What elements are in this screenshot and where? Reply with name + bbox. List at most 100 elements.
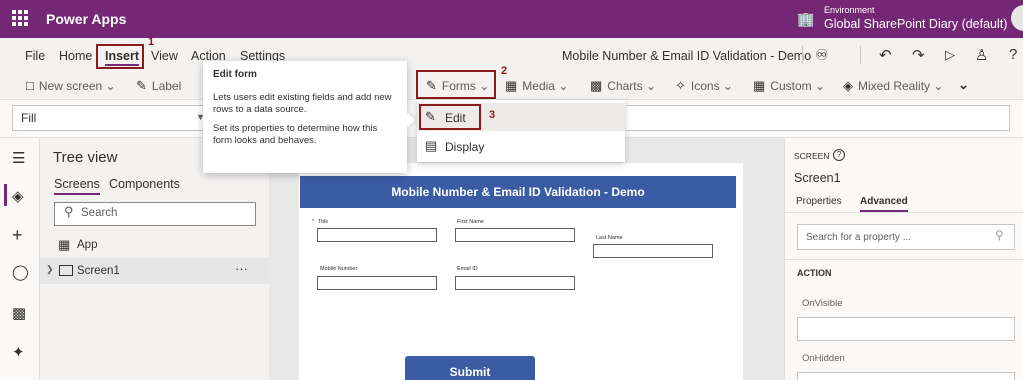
tree-item-app[interactable]: ▦ App bbox=[40, 232, 269, 258]
rail-active-indicator bbox=[4, 184, 7, 206]
tooltip-text: Set its properties to determine how this… bbox=[213, 123, 378, 146]
property-dropdown[interactable]: Fill bbox=[12, 105, 210, 131]
onhidden-input[interactable] bbox=[797, 372, 1015, 380]
waffle-icon[interactable] bbox=[12, 10, 28, 26]
stethoscope-icon[interactable]: ♾ bbox=[815, 46, 828, 64]
info-icon[interactable]: ? bbox=[833, 149, 845, 161]
last-name-input[interactable] bbox=[593, 244, 713, 258]
building-icon: 🏢 bbox=[797, 11, 815, 27]
more-chevron-icon[interactable]: ⌄ bbox=[958, 77, 969, 93]
title-label[interactable]: Title bbox=[318, 219, 328, 225]
hamburger-icon[interactable]: ☰ bbox=[12, 149, 25, 167]
annotation-2: 2 bbox=[501, 65, 508, 77]
icons-button[interactable]: ✧ Icons ⌄ bbox=[675, 78, 733, 94]
tree-view-panel: Tree view Screens Components Search ⚲ ▦ … bbox=[40, 138, 269, 380]
tab-components[interactable]: Components bbox=[109, 177, 180, 191]
selected-control-name: Screen1 bbox=[794, 171, 841, 185]
edit-form-tooltip: Edit form Lets users edit existing field… bbox=[203, 61, 407, 173]
property-search-input[interactable]: Search for a property ... bbox=[797, 224, 1015, 250]
charts-icon: ▩ bbox=[590, 78, 603, 93]
divider bbox=[785, 212, 1023, 213]
menu-file[interactable]: File bbox=[25, 49, 45, 63]
new-screen-label: New screen bbox=[38, 79, 103, 93]
tree-item-label: App bbox=[77, 239, 98, 251]
divider bbox=[860, 46, 861, 64]
tab-screens[interactable]: Screens bbox=[54, 177, 100, 195]
screen-header-label[interactable]: Mobile Number & Email ID Validation - De… bbox=[300, 176, 736, 208]
menu-view[interactable]: View bbox=[151, 49, 178, 63]
onvisible-label: OnVisible bbox=[802, 298, 843, 309]
new-screen-button[interactable]: □ New screen ⌄ bbox=[26, 78, 116, 93]
search-icon: ⚲ bbox=[64, 204, 74, 219]
media-button[interactable]: ▦ Media ⌄ bbox=[505, 78, 568, 94]
charts-label: Charts bbox=[607, 79, 643, 93]
custom-label: Custom bbox=[770, 79, 812, 93]
onhidden-label: OnHidden bbox=[802, 353, 845, 364]
mixed-reality-icon: ◈ bbox=[843, 78, 853, 93]
annotation-3: 3 bbox=[489, 109, 496, 121]
title-input[interactable] bbox=[317, 228, 437, 242]
menu-home[interactable]: Home bbox=[59, 49, 92, 63]
tools-icon[interactable]: ✦ bbox=[12, 343, 25, 361]
display-form-icon: ▤ bbox=[425, 138, 438, 153]
icons-icon: ✧ bbox=[675, 78, 686, 93]
last-name-label[interactable]: Last Name bbox=[596, 235, 623, 241]
chevron-right-icon[interactable]: ❯ bbox=[46, 264, 54, 275]
email-id-input[interactable] bbox=[455, 276, 575, 290]
submit-button[interactable]: Submit bbox=[405, 356, 535, 380]
plus-icon[interactable]: + bbox=[12, 225, 23, 246]
play-icon[interactable]: ▷ bbox=[945, 47, 955, 63]
tab-advanced[interactable]: Advanced bbox=[860, 196, 908, 212]
layers-icon[interactable]: ◈ bbox=[12, 187, 24, 205]
tab-properties[interactable]: Properties bbox=[796, 196, 842, 207]
environment-value[interactable]: Global SharePoint Diary (default) bbox=[824, 17, 1007, 31]
search-icon: ⚲ bbox=[995, 228, 1004, 242]
email-id-label[interactable]: Email ID bbox=[457, 266, 478, 272]
database-icon[interactable]: ◯ bbox=[12, 263, 29, 281]
media-icon[interactable]: ▩ bbox=[12, 304, 26, 322]
mixed-reality-button[interactable]: ◈ Mixed Reality ⌄ bbox=[843, 78, 943, 94]
required-mark: * bbox=[312, 219, 315, 225]
avatar[interactable] bbox=[1011, 5, 1023, 31]
divider bbox=[785, 259, 1023, 260]
screen-icon bbox=[59, 265, 73, 276]
top-bar: Power Apps 🏢 Environment Global SharePoi… bbox=[0, 0, 1023, 38]
formula-input[interactable] bbox=[626, 105, 1010, 131]
label-button[interactable]: ✎ Label bbox=[136, 78, 181, 94]
left-rail: ☰ ◈ + ◯ ▩ ✦ bbox=[0, 138, 40, 380]
redo-icon[interactable]: ↷ bbox=[912, 46, 925, 64]
app-icon: ▦ bbox=[58, 237, 71, 252]
media-icon: ▦ bbox=[505, 78, 518, 93]
mobile-number-input[interactable] bbox=[317, 276, 437, 290]
tooltip-text: Lets users edit existing fields and add … bbox=[213, 92, 392, 115]
custom-button[interactable]: ▦ Custom ⌄ bbox=[753, 78, 825, 94]
environment-label: Environment bbox=[824, 5, 875, 15]
share-user-icon[interactable]: ♙ bbox=[975, 46, 988, 64]
mobile-number-label[interactable]: Mobile Number bbox=[320, 266, 357, 272]
help-icon[interactable]: ? bbox=[1009, 46, 1017, 63]
highlight-forms bbox=[416, 70, 496, 99]
label-label: Label bbox=[151, 79, 182, 93]
undo-icon[interactable]: ↶ bbox=[879, 46, 892, 64]
onvisible-input[interactable] bbox=[797, 317, 1015, 341]
ribbon: □ New screen ⌄ ✎ Label ▦ Media ⌄ ▩ Charts ⌄ … bbox=[0, 72, 1023, 100]
custom-icon: ▦ bbox=[753, 78, 766, 93]
tree-item-screen1[interactable]: ❯ Screen1 ··· bbox=[40, 258, 269, 284]
tooltip-title: Edit form bbox=[213, 69, 257, 80]
tree-view-title: Tree view bbox=[53, 149, 118, 166]
first-name-label[interactable]: First Name bbox=[457, 219, 484, 225]
highlight-edit bbox=[419, 104, 481, 130]
divider bbox=[802, 46, 803, 64]
action-section-title: ACTION bbox=[797, 268, 832, 278]
tree-search-input[interactable]: Search bbox=[54, 202, 256, 226]
tree-item-label: Screen1 bbox=[77, 265, 120, 277]
highlight-insert bbox=[96, 44, 144, 69]
menu-item-display[interactable]: ▤ Display bbox=[417, 132, 625, 160]
more-icon[interactable]: ··· bbox=[235, 261, 248, 276]
app-title: Power Apps bbox=[46, 11, 127, 27]
first-name-input[interactable] bbox=[455, 228, 575, 242]
annotation-1: 1 bbox=[148, 36, 155, 48]
mixed-reality-label: Mixed Reality bbox=[858, 79, 931, 93]
charts-button[interactable]: ▩ Charts ⌄ bbox=[590, 78, 656, 94]
properties-panel: SCREEN ? Screen1 Properties Advanced Sea… bbox=[784, 138, 1023, 380]
